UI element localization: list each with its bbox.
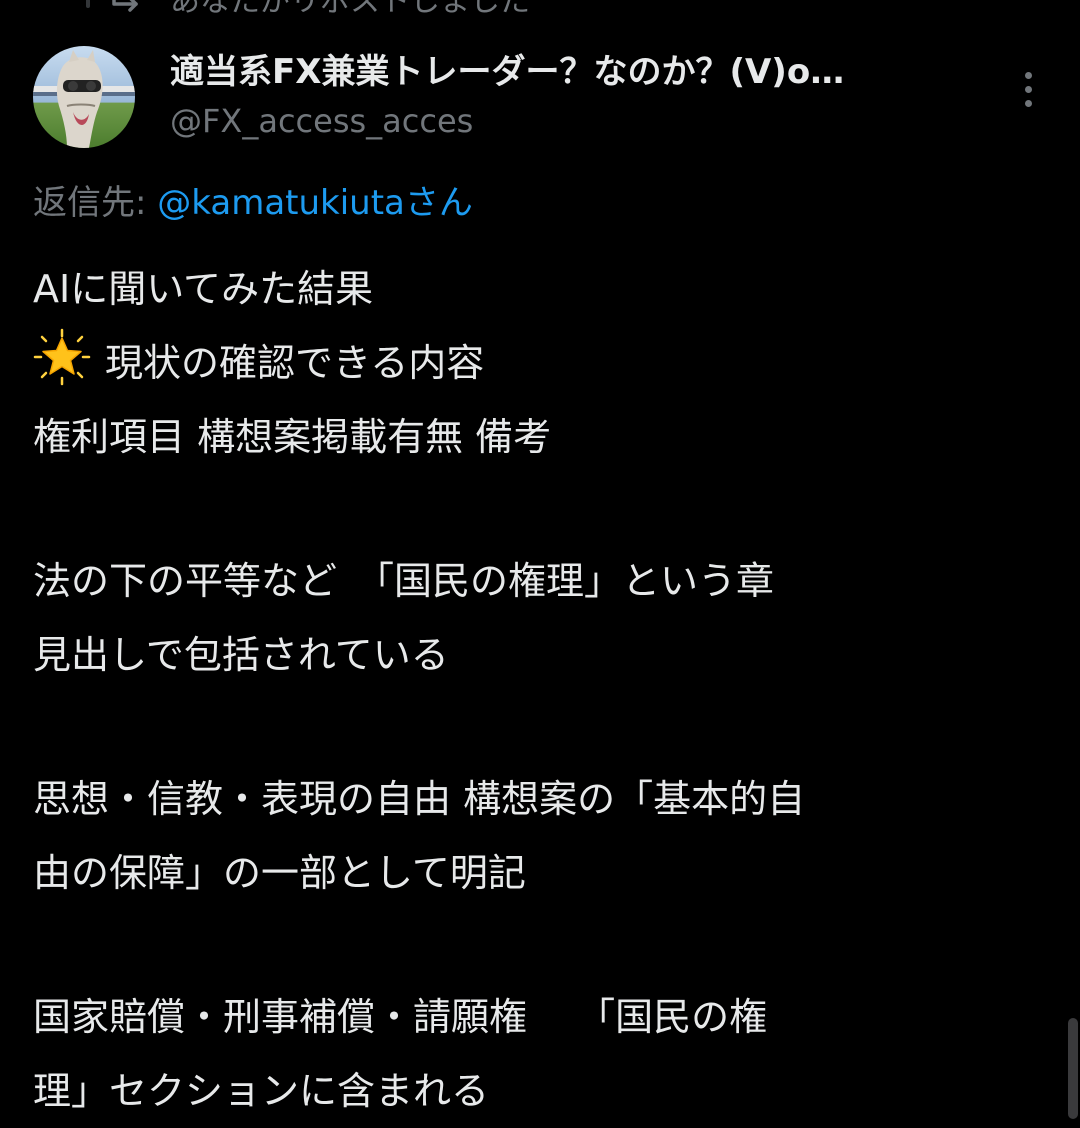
post-line: 権利項目 構想案掲載有無 備考 — [33, 415, 552, 459]
post-line: AIに聞いてみた結果 — [33, 267, 374, 311]
glowing-star-icon — [33, 328, 91, 386]
scrollbar[interactable] — [1068, 1018, 1078, 1119]
more-vertical-icon — [1024, 71, 1032, 79]
reply-to: 返信先: @kamatukiutaさん — [33, 180, 473, 226]
author-display-name[interactable]: 適当系FX兼業トレーダー？なのか？(V)o… — [170, 50, 980, 94]
post-line: 思想・信教・表現の自由 構想案の「基本的自 — [33, 777, 806, 821]
post-line: 理」セクションに含まれる — [33, 1069, 490, 1113]
post-line: 見出しで包括されている — [33, 633, 449, 677]
reply-to-label: 返信先: — [33, 183, 158, 223]
avatar[interactable] — [33, 46, 135, 148]
post-line-with-star: 現状の確認できる内容 — [33, 326, 1053, 400]
post-line: 由の保障」の一部として明記 — [33, 851, 526, 895]
thread-connector-line — [86, 0, 90, 8]
author-handle[interactable]: @FX_access_acces — [170, 100, 473, 142]
more-vertical-icon — [1024, 85, 1032, 93]
repost-icon — [108, 0, 148, 14]
post-line: 現状の確認できる内容 — [105, 341, 485, 385]
horse-avatar-icon — [33, 46, 135, 148]
more-vertical-icon — [1024, 99, 1032, 107]
more-options-button[interactable] — [1010, 66, 1046, 112]
post-line: 法の下の平等など 「国民の権理」という章 — [33, 559, 775, 603]
repost-text: あなたがリポストしました — [170, 0, 530, 19]
post-body: AIに聞いてみた結果 現状の確認できる内容 権利項目 構想案掲載有無 備考 法の… — [33, 252, 1053, 1128]
post-line: 国家賠償・刑事補償・請願権 「国民の権 — [33, 995, 768, 1039]
reply-to-user-link[interactable]: @kamatukiutaさん — [157, 183, 473, 223]
repost-banner[interactable]: あなたがリポストしました — [0, 0, 1080, 22]
